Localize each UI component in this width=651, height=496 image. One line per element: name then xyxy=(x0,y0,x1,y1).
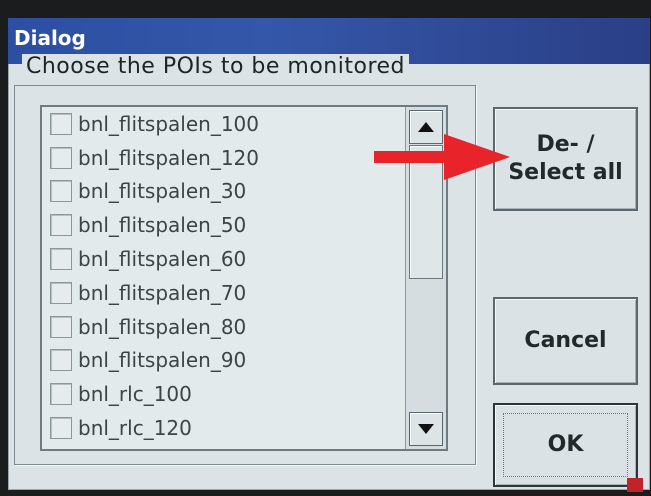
list-item[interactable]: bnl_flitspalen_80 xyxy=(42,310,404,344)
checkbox[interactable] xyxy=(50,281,72,304)
list-item[interactable]: bnl_rlc_120 xyxy=(42,411,404,445)
checkbox[interactable] xyxy=(50,349,72,372)
cancel-label: Cancel xyxy=(524,328,607,353)
checkbox[interactable] xyxy=(50,146,72,169)
checkbox[interactable] xyxy=(50,417,72,440)
list-item-label: bnl_rlc_120 xyxy=(78,416,192,441)
list-item-label: bnl_flitspalen_120 xyxy=(78,145,260,170)
checkbox[interactable] xyxy=(50,112,72,135)
select-all-label: De- / Select all xyxy=(508,132,623,185)
cancel-button[interactable]: Cancel xyxy=(493,297,638,385)
list-item[interactable]: bnl_flitspalen_30 xyxy=(42,175,404,209)
triangle-up-icon xyxy=(418,122,434,132)
list-item[interactable]: bnl_rlc_100 xyxy=(42,377,404,411)
list-item-label: bnl_flitspalen_60 xyxy=(78,247,247,272)
checkbox[interactable] xyxy=(50,214,72,237)
list-item-label: bnl_rlc_100 xyxy=(78,382,192,407)
list-item-label: bnl_flitspalen_90 xyxy=(78,348,247,373)
group-label: Choose the POIs to be monitored xyxy=(22,54,410,79)
list-item[interactable]: bnl_flitspalen_100 xyxy=(42,107,404,141)
window-title: Dialog xyxy=(14,26,86,50)
list-item-label: bnl_flitspalen_80 xyxy=(78,314,247,339)
ok-button[interactable]: OK xyxy=(493,403,638,487)
checkbox[interactable] xyxy=(50,248,72,271)
list-item[interactable]: bnl_flitspalen_90 xyxy=(42,344,404,378)
list-item-label: bnl_flitspalen_30 xyxy=(78,179,247,204)
list-item[interactable]: bnl_flitspalen_50 xyxy=(42,208,404,242)
list-item[interactable]: bnl_flitspalen_120 xyxy=(42,141,404,175)
list-item[interactable]: bnl_flitspalen_60 xyxy=(42,242,404,276)
scroll-down-button[interactable] xyxy=(409,412,443,446)
list-item[interactable]: bnl_flitspalen_70 xyxy=(42,276,404,310)
list-item-label: bnl_flitspalen_100 xyxy=(78,111,260,136)
triangle-down-icon xyxy=(418,424,434,434)
checkbox[interactable] xyxy=(50,383,72,406)
corner-marker xyxy=(627,478,643,492)
focus-rectangle xyxy=(503,413,628,477)
checkbox[interactable] xyxy=(50,315,72,338)
red-arrow-icon xyxy=(374,134,510,180)
list-item-label: bnl_flitspalen_50 xyxy=(78,213,247,238)
deselect-select-all-button[interactable]: De- / Select all xyxy=(493,107,638,211)
list-item-label: bnl_flitspalen_70 xyxy=(78,280,247,305)
poi-list: bnl_flitspalen_100 bnl_flitspalen_120 bnl_… xyxy=(42,107,404,449)
checkbox[interactable] xyxy=(50,180,72,203)
